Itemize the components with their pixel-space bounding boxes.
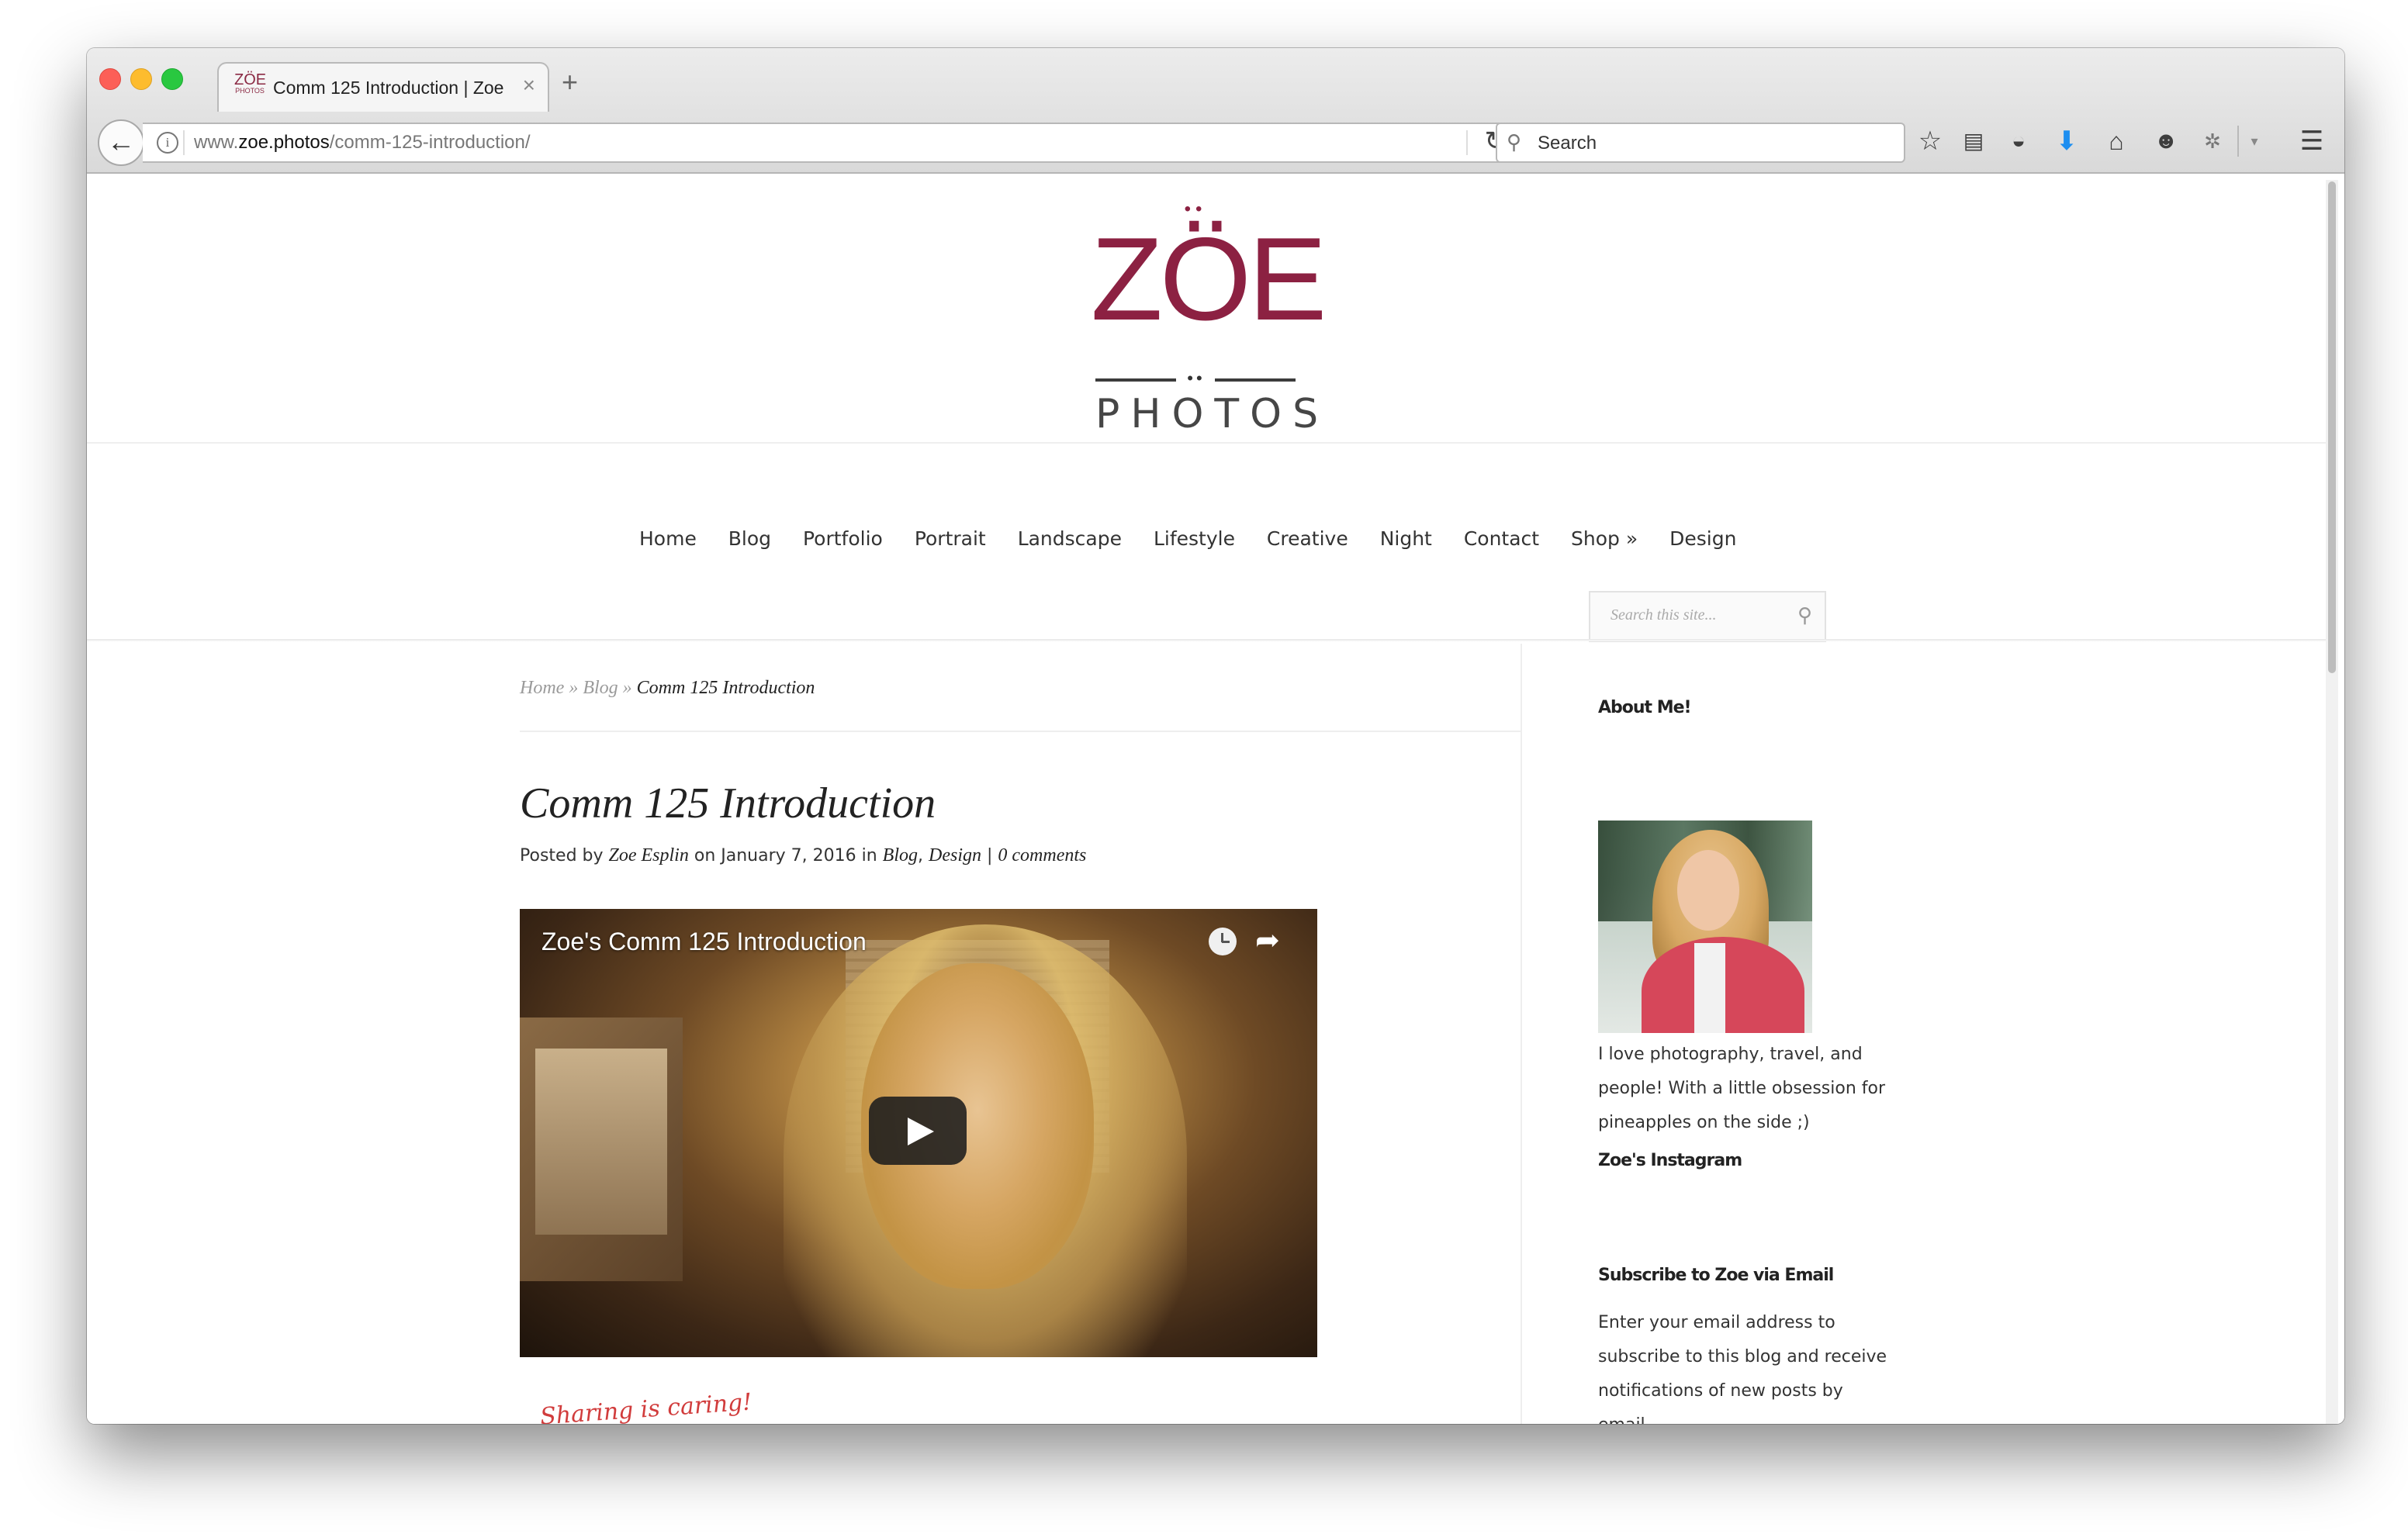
photo-face: [1677, 850, 1739, 931]
nav-item-lifestyle[interactable]: Lifestyle: [1154, 527, 1235, 550]
home-icon[interactable]: ⌂: [2099, 124, 2133, 158]
play-button[interactable]: [869, 1097, 967, 1165]
bookmark-star-icon[interactable]: ☆: [1913, 124, 1947, 158]
web-page: •• ZÖE •• PHOTOS Home Blog Portfolio Por…: [87, 174, 2344, 1424]
overflow-chevron-icon[interactable]: ▾: [2237, 124, 2271, 158]
breadcrumb-separator: »: [618, 678, 637, 698]
sidebar-divider: [1521, 644, 1522, 1424]
category-link-design[interactable]: Design: [929, 845, 981, 865]
nav-item-home[interactable]: Home: [639, 527, 697, 550]
video-title[interactable]: Zoe's Comm 125 Introduction: [541, 928, 867, 956]
breadcrumb-current: Comm 125 Introduction: [636, 678, 815, 698]
page-scrollbar[interactable]: [2326, 180, 2338, 1424]
share-arrow-icon[interactable]: ➦: [1255, 923, 1280, 958]
breadcrumb: Home » Blog » Comm 125 Introduction: [520, 678, 815, 699]
back-arrow-icon: ←: [107, 126, 135, 157]
close-window-button[interactable]: [99, 68, 121, 90]
logo-word: ZÖE: [1091, 213, 1327, 345]
subscribe-widget-title: Subscribe to Zoe via Email: [1598, 1266, 1834, 1285]
browser-toolbar: ZÖE PHOTOS Comm 125 Introduction | Zoe ×…: [87, 48, 2344, 174]
download-icon[interactable]: ⬇: [2050, 124, 2084, 158]
site-search-placeholder: Search this site...: [1611, 606, 1717, 624]
post-meta: Posted by Zoe Esplin on January 7, 2016 …: [520, 845, 1086, 866]
author-link[interactable]: Zoe Esplin: [609, 845, 689, 865]
url-divider: [183, 130, 185, 155]
browser-window: ZÖE PHOTOS Comm 125 Introduction | Zoe ×…: [87, 48, 2344, 1424]
category-separator: ,: [918, 846, 929, 865]
minimize-window-button[interactable]: [130, 68, 152, 90]
nav-item-shop[interactable]: Shop »: [1571, 527, 1638, 550]
breadcrumb-separator: »: [564, 678, 583, 698]
scrollbar-thumb[interactable]: [2328, 181, 2336, 673]
pocket-icon[interactable]: ◒: [2001, 124, 2036, 158]
url-text[interactable]: www.zoe.photos/comm-125-introduction/: [194, 132, 531, 154]
site-search-input[interactable]: Search this site... ⚲: [1589, 591, 1826, 642]
extension-icon[interactable]: ✲: [2195, 124, 2230, 158]
video-player[interactable]: Zoe's Comm 125 Introduction ➦: [520, 909, 1317, 1357]
zoom-window-button[interactable]: [161, 68, 183, 90]
site-logo[interactable]: •• ZÖE •• PHOTOS: [1091, 189, 1327, 437]
address-bar[interactable]: i www.zoe.photos/comm-125-introduction/ …: [143, 123, 1521, 163]
meta-separator: |: [981, 846, 998, 865]
search-icon: ⚲: [1507, 130, 1522, 154]
nav-item-night[interactable]: Night: [1380, 527, 1432, 550]
logo-center-dots: ••: [1187, 368, 1206, 388]
site-favicon-icon: ZÖE PHOTOS: [234, 71, 267, 99]
instagram-widget-title: Zoe's Instagram: [1598, 1151, 1742, 1170]
video-background-picture: [535, 1049, 667, 1235]
category-link-blog[interactable]: Blog: [883, 845, 918, 865]
video-background-frame: [520, 1017, 683, 1281]
post-title: Comm 125 Introduction: [520, 779, 936, 827]
subscribe-text: Enter your email address to subscribe to…: [1598, 1313, 1887, 1424]
tab-title: Comm 125 Introduction | Zoe: [273, 78, 504, 98]
main-nav: Home Blog Portfolio Portrait Landscape L…: [639, 527, 1762, 550]
sharing-label: Sharing is caring!: [539, 1388, 753, 1424]
browser-search-placeholder: Search: [1538, 133, 1597, 154]
logo-rule-right: [1215, 378, 1296, 382]
url-prefix: www.: [194, 132, 239, 153]
browser-tab[interactable]: ZÖE PHOTOS Comm 125 Introduction | Zoe ×: [217, 62, 549, 112]
favicon-subtext: PHOTOS: [235, 87, 265, 95]
new-tab-button[interactable]: +: [562, 68, 578, 96]
nav-item-contact[interactable]: Contact: [1464, 527, 1539, 550]
back-button[interactable]: ←: [98, 119, 144, 166]
post-date: on January 7, 2016 in: [688, 846, 883, 865]
breadcrumb-home[interactable]: Home: [520, 678, 564, 698]
search-icon[interactable]: ⚲: [1797, 603, 1812, 627]
posted-by-label: Posted by: [520, 846, 609, 865]
url-path: /comm-125-introduction/: [329, 132, 531, 153]
url-domain: zoe.photos: [238, 132, 330, 153]
breadcrumb-divider: [520, 731, 1521, 732]
nav-item-blog[interactable]: Blog: [728, 527, 771, 550]
nav-item-landscape[interactable]: Landscape: [1018, 527, 1122, 550]
header-divider: [87, 442, 2326, 444]
favicon-text: ZÖE: [234, 71, 267, 88]
reading-list-icon[interactable]: ▤: [1956, 124, 1991, 158]
nav-divider: [87, 639, 2326, 641]
reload-divider: [1466, 130, 1468, 155]
nav-item-design[interactable]: Design: [1669, 527, 1736, 550]
comments-link[interactable]: 0 comments: [998, 845, 1086, 865]
about-widget-title: About Me!: [1598, 698, 1692, 717]
tab-close-icon[interactable]: ×: [523, 73, 535, 98]
breadcrumb-blog[interactable]: Blog: [583, 678, 618, 698]
nav-item-portrait[interactable]: Portrait: [915, 527, 986, 550]
site-info-icon[interactable]: i: [157, 132, 178, 154]
nav-item-portfolio[interactable]: Portfolio: [803, 527, 883, 550]
browser-search-input[interactable]: ⚲ Search: [1496, 123, 1905, 163]
logo-rule-left: [1095, 378, 1176, 382]
nav-item-creative[interactable]: Creative: [1267, 527, 1348, 550]
chat-icon[interactable]: ☻: [2149, 124, 2183, 158]
photo-shirt: [1694, 943, 1725, 1033]
about-text: I love photography, travel, and people! …: [1598, 1045, 1886, 1132]
hamburger-menu-icon[interactable]: ☰: [2295, 124, 2329, 158]
logo-subtitle: PHOTOS: [1095, 391, 1330, 437]
about-photo: [1598, 821, 1812, 1033]
watch-later-icon[interactable]: [1209, 928, 1237, 955]
